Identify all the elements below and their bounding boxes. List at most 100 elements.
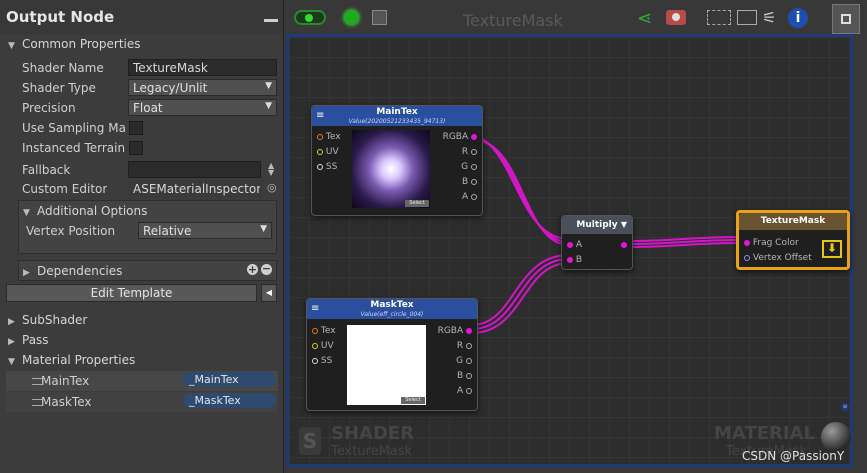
fallback-stepper-icon[interactable]: ▲ ▼ — [268, 162, 274, 177]
remove-dependency-icon[interactable]: − — [261, 263, 272, 275]
add-dependency-icon[interactable]: + — [247, 264, 258, 275]
input-port-frag-color[interactable]: Frag Color — [744, 238, 799, 248]
menu-icon[interactable]: ≡ — [311, 303, 319, 314]
node-graph-canvas[interactable]: ≡ MainTex Value(20200521233435_94713) Te… — [286, 34, 853, 467]
minimize-icon[interactable] — [264, 19, 278, 22]
input-port[interactable]: SS — [317, 162, 337, 172]
property-row[interactable]: MainTex _MainTex — [6, 371, 278, 391]
expand-arrow-icon: ▼ — [8, 41, 15, 51]
output-port[interactable]: B — [457, 371, 472, 381]
output-port[interactable]: R — [457, 341, 472, 351]
node-title: TextureMask — [760, 216, 826, 226]
collapse-arrow-icon: ▶ — [23, 268, 30, 278]
panel-title: Output Node — [6, 8, 115, 26]
input-port-b[interactable]: B — [567, 255, 582, 265]
material-properties-header[interactable]: ▼ Material Properties — [8, 353, 135, 367]
output-port[interactable]: G — [456, 356, 472, 366]
screenshot-camera-icon[interactable] — [666, 10, 686, 25]
material-preview-sphere[interactable] — [821, 422, 851, 452]
wire-masktex-multiply — [471, 258, 570, 330]
shader-watermark-name: TextureMask — [331, 444, 413, 459]
use-sampling-checkbox[interactable] — [129, 121, 143, 135]
input-port-a[interactable]: A — [567, 240, 582, 250]
node-title: MainTex — [376, 107, 418, 117]
shader-name-input[interactable]: TextureMask — [128, 59, 277, 76]
multiply-node[interactable]: Multiply ▼ A B — [561, 215, 633, 270]
collapse-arrow-icon: ▶ — [8, 337, 15, 347]
output-port-rgba[interactable]: RGBA — [443, 132, 477, 142]
panel-title-bar: Output Node — [0, 0, 283, 34]
input-port[interactable]: Tex — [312, 326, 336, 336]
precision-dropdown[interactable]: Float ▼ — [128, 99, 277, 116]
instanced-terrain-checkbox[interactable] — [129, 141, 143, 155]
selection-focus-icon[interactable] — [707, 10, 731, 25]
output-port[interactable]: G — [461, 162, 477, 172]
additional-options-box: ▼ Additional Options Vertex Position Rela… — [18, 200, 277, 254]
shader-name-label: Shader Name — [22, 61, 104, 75]
dependencies-box: ▶ Dependencies + − — [18, 260, 277, 281]
chevron-down-icon: ▼ — [265, 101, 272, 111]
property-value-pill[interactable]: _MainTex — [183, 372, 276, 387]
additional-options-header[interactable]: ▼ Additional Options — [23, 204, 147, 218]
masktex-node[interactable]: ≡ MaskTex Value(eff_circle_004) Tex UV S… — [306, 298, 478, 411]
menu-icon[interactable]: ≡ — [316, 110, 324, 121]
vertex-position-dropdown[interactable]: Relative ▼ — [138, 222, 272, 239]
texturemask-output-node[interactable]: TextureMask Frag Color Vertex Offset ⬇ — [736, 210, 850, 270]
node-subtitle: Value(eff_circle_004) — [360, 311, 424, 318]
input-port[interactable]: Tex — [317, 132, 341, 142]
compile-status-icon[interactable] — [344, 10, 359, 25]
property-row[interactable]: MaskTex _MaskTex — [6, 392, 278, 412]
select-texture-button[interactable]: Select — [401, 397, 425, 404]
input-port[interactable]: UV — [312, 341, 334, 351]
precision-label: Precision — [22, 101, 76, 115]
shader-file-icon[interactable] — [372, 10, 387, 25]
chevron-down-icon: ▼ — [265, 81, 272, 91]
input-port[interactable]: UV — [317, 147, 339, 157]
output-port[interactable]: A — [457, 386, 472, 396]
node-header[interactable]: Multiply ▼ — [562, 216, 632, 234]
info-icon[interactable]: i — [788, 8, 808, 28]
common-properties-header[interactable]: ▼ Common Properties — [8, 37, 141, 51]
edit-template-button[interactable]: Edit Template — [6, 284, 257, 302]
maintex-node[interactable]: ≡ MainTex Value(20200521233435_94713) Te… — [311, 105, 483, 216]
texture-preview-image[interactable]: Select — [347, 325, 426, 405]
live-mode-toggle-icon[interactable] — [294, 10, 326, 25]
node-title: MaskTex — [370, 300, 414, 310]
property-value-pill[interactable]: _MaskTex — [183, 393, 276, 408]
pass-header[interactable]: ▶ Pass — [8, 333, 49, 347]
collapse-left-icon[interactable]: ◀ — [261, 284, 277, 302]
property-name: MainTex — [41, 374, 90, 388]
chevron-down-icon[interactable]: ▼ — [621, 220, 627, 229]
palette-menu-icon[interactable]: ≡ — [841, 403, 849, 411]
output-port-rgba[interactable]: RGBA — [438, 326, 472, 336]
input-port[interactable]: SS — [312, 356, 332, 366]
input-port-vertex-offset[interactable]: Vertex Offset — [744, 253, 812, 263]
fit-view-icon[interactable] — [737, 10, 757, 25]
output-port[interactable] — [621, 240, 627, 250]
maximize-button[interactable] — [832, 4, 860, 34]
custom-editor-input[interactable]: ASEMaterialInspector — [128, 180, 261, 197]
texture-preview-image[interactable]: Select — [352, 130, 430, 208]
vertex-position-label: Vertex Position — [26, 224, 116, 238]
fallback-input[interactable] — [128, 161, 261, 178]
fallback-label: Fallback — [22, 163, 71, 177]
dependencies-header[interactable]: ▶ Dependencies — [23, 264, 122, 278]
use-sampling-label: Use Sampling Mac — [22, 121, 126, 135]
shader-type-dropdown[interactable]: Legacy/Unlit ▼ — [128, 79, 277, 96]
node-header[interactable]: ≡ MaskTex Value(eff_circle_004) — [307, 299, 477, 319]
object-picker-icon[interactable]: ◎ — [267, 181, 277, 194]
graph-title: TextureMask — [463, 11, 563, 30]
node-header[interactable]: ≡ MainTex Value(20200521233435_94713) — [312, 106, 482, 126]
master-node-download-icon: ⬇ — [822, 240, 842, 258]
cleanup-broom-icon[interactable]: ⚟ — [762, 8, 776, 27]
node-subtitle: Value(20200521233435_94713) — [348, 118, 446, 125]
share-icon[interactable]: ⋖ — [637, 8, 652, 29]
subshader-header[interactable]: ▶ SubShader — [8, 313, 87, 327]
output-port[interactable]: B — [462, 177, 477, 187]
output-port[interactable]: R — [462, 147, 477, 157]
node-header[interactable]: TextureMask — [739, 213, 847, 230]
shader-type-label: Shader Type — [22, 81, 96, 95]
expand-arrow-icon: ▼ — [23, 208, 30, 218]
select-texture-button[interactable]: Select — [405, 200, 429, 207]
output-port[interactable]: A — [462, 192, 477, 202]
